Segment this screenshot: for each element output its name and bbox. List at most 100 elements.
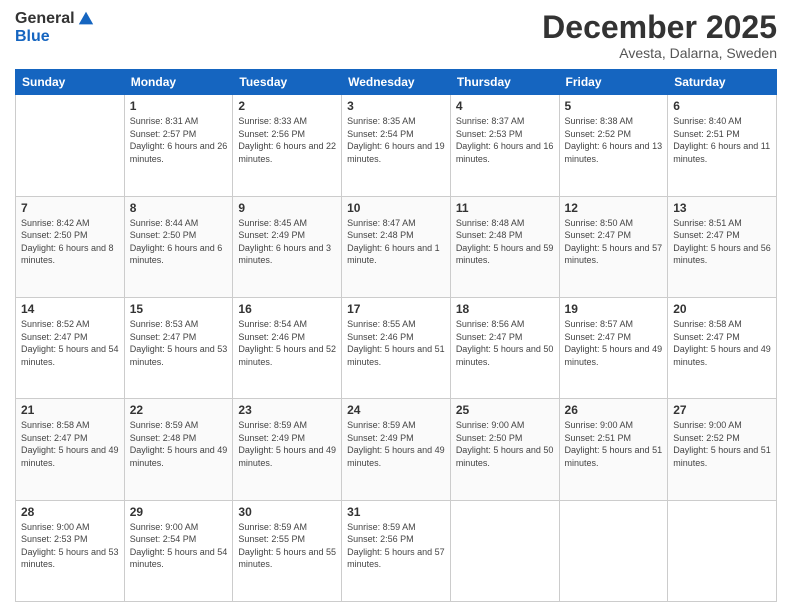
weekday-header-thursday: Thursday xyxy=(450,70,559,95)
calendar-cell: 5 Sunrise: 8:38 AMSunset: 2:52 PMDaylight… xyxy=(559,95,668,196)
day-number: 4 xyxy=(456,99,554,113)
day-info: Sunrise: 8:52 AMSunset: 2:47 PMDaylight:… xyxy=(21,318,119,368)
month-title: December 2025 xyxy=(542,10,777,45)
calendar-cell xyxy=(668,500,777,601)
day-info: Sunrise: 8:51 AMSunset: 2:47 PMDaylight:… xyxy=(673,217,771,267)
day-info: Sunrise: 9:00 AMSunset: 2:51 PMDaylight:… xyxy=(565,419,663,469)
day-number: 5 xyxy=(565,99,663,113)
calendar-cell: 1 Sunrise: 8:31 AMSunset: 2:57 PMDaylight… xyxy=(124,95,233,196)
calendar-cell: 23 Sunrise: 8:59 AMSunset: 2:49 PMDayligh… xyxy=(233,399,342,500)
calendar-cell: 25 Sunrise: 9:00 AMSunset: 2:50 PMDayligh… xyxy=(450,399,559,500)
day-info: Sunrise: 8:57 AMSunset: 2:47 PMDaylight:… xyxy=(565,318,663,368)
day-info: Sunrise: 8:37 AMSunset: 2:53 PMDaylight:… xyxy=(456,115,554,165)
day-number: 18 xyxy=(456,302,554,316)
calendar-cell: 26 Sunrise: 9:00 AMSunset: 2:51 PMDayligh… xyxy=(559,399,668,500)
day-info: Sunrise: 8:35 AMSunset: 2:54 PMDaylight:… xyxy=(347,115,445,165)
day-number: 29 xyxy=(130,505,228,519)
calendar-cell: 29 Sunrise: 9:00 AMSunset: 2:54 PMDayligh… xyxy=(124,500,233,601)
day-info: Sunrise: 8:54 AMSunset: 2:46 PMDaylight:… xyxy=(238,318,336,368)
day-number: 26 xyxy=(565,403,663,417)
day-info: Sunrise: 8:58 AMSunset: 2:47 PMDaylight:… xyxy=(21,419,119,469)
day-info: Sunrise: 8:59 AMSunset: 2:55 PMDaylight:… xyxy=(238,521,336,571)
day-info: Sunrise: 8:40 AMSunset: 2:51 PMDaylight:… xyxy=(673,115,771,165)
day-number: 11 xyxy=(456,201,554,215)
day-info: Sunrise: 8:50 AMSunset: 2:47 PMDaylight:… xyxy=(565,217,663,267)
day-info: Sunrise: 8:47 AMSunset: 2:48 PMDaylight:… xyxy=(347,217,445,267)
weekday-header-friday: Friday xyxy=(559,70,668,95)
day-number: 28 xyxy=(21,505,119,519)
day-number: 24 xyxy=(347,403,445,417)
day-info: Sunrise: 8:45 AMSunset: 2:49 PMDaylight:… xyxy=(238,217,336,267)
day-number: 23 xyxy=(238,403,336,417)
day-number: 12 xyxy=(565,201,663,215)
day-number: 6 xyxy=(673,99,771,113)
day-info: Sunrise: 8:58 AMSunset: 2:47 PMDaylight:… xyxy=(673,318,771,368)
calendar-cell: 3 Sunrise: 8:35 AMSunset: 2:54 PMDaylight… xyxy=(342,95,451,196)
calendar-cell: 12 Sunrise: 8:50 AMSunset: 2:47 PMDayligh… xyxy=(559,196,668,297)
day-number: 20 xyxy=(673,302,771,316)
calendar-cell: 15 Sunrise: 8:53 AMSunset: 2:47 PMDayligh… xyxy=(124,297,233,398)
day-number: 10 xyxy=(347,201,445,215)
header: General Blue December 2025 Avesta, Dalar… xyxy=(15,10,777,61)
day-info: Sunrise: 8:59 AMSunset: 2:56 PMDaylight:… xyxy=(347,521,445,571)
day-info: Sunrise: 8:59 AMSunset: 2:49 PMDaylight:… xyxy=(347,419,445,469)
calendar-cell xyxy=(450,500,559,601)
weekday-header-sunday: Sunday xyxy=(16,70,125,95)
day-info: Sunrise: 8:44 AMSunset: 2:50 PMDaylight:… xyxy=(130,217,228,267)
day-number: 22 xyxy=(130,403,228,417)
day-number: 7 xyxy=(21,201,119,215)
calendar-cell: 24 Sunrise: 8:59 AMSunset: 2:49 PMDayligh… xyxy=(342,399,451,500)
calendar-cell: 13 Sunrise: 8:51 AMSunset: 2:47 PMDayligh… xyxy=(668,196,777,297)
day-number: 14 xyxy=(21,302,119,316)
logo-general: General xyxy=(15,10,75,28)
calendar-cell xyxy=(16,95,125,196)
calendar-cell: 14 Sunrise: 8:52 AMSunset: 2:47 PMDayligh… xyxy=(16,297,125,398)
day-info: Sunrise: 9:00 AMSunset: 2:52 PMDaylight:… xyxy=(673,419,771,469)
calendar-table: SundayMondayTuesdayWednesdayThursdayFrid… xyxy=(15,69,777,602)
day-number: 1 xyxy=(130,99,228,113)
calendar-cell: 19 Sunrise: 8:57 AMSunset: 2:47 PMDayligh… xyxy=(559,297,668,398)
calendar-cell: 21Sunrise: 8:58 AMSunset: 2:47 PMDayligh… xyxy=(16,399,125,500)
day-info: Sunrise: 8:53 AMSunset: 2:47 PMDaylight:… xyxy=(130,318,228,368)
calendar-cell: 20 Sunrise: 8:58 AMSunset: 2:47 PMDayligh… xyxy=(668,297,777,398)
day-number: 9 xyxy=(238,201,336,215)
calendar-cell: 16Sunrise: 8:54 AMSunset: 2:46 PMDayligh… xyxy=(233,297,342,398)
calendar-cell: 6 Sunrise: 8:40 AMSunset: 2:51 PMDaylight… xyxy=(668,95,777,196)
calendar-cell: 18Sunrise: 8:56 AMSunset: 2:47 PMDayligh… xyxy=(450,297,559,398)
day-number: 31 xyxy=(347,505,445,519)
calendar-cell: 9 Sunrise: 8:45 AMSunset: 2:49 PMDaylight… xyxy=(233,196,342,297)
day-number: 17 xyxy=(347,302,445,316)
calendar-cell: 27 Sunrise: 9:00 AMSunset: 2:52 PMDayligh… xyxy=(668,399,777,500)
logo-icon xyxy=(77,10,95,28)
calendar-cell: 22Sunrise: 8:59 AMSunset: 2:48 PMDayligh… xyxy=(124,399,233,500)
calendar-cell: 11 Sunrise: 8:48 AMSunset: 2:48 PMDayligh… xyxy=(450,196,559,297)
calendar-cell: 7 Sunrise: 8:42 AMSunset: 2:50 PMDaylight… xyxy=(16,196,125,297)
day-info: Sunrise: 8:48 AMSunset: 2:48 PMDaylight:… xyxy=(456,217,554,267)
day-info: Sunrise: 8:42 AMSunset: 2:50 PMDaylight:… xyxy=(21,217,119,267)
logo-blue: Blue xyxy=(15,28,50,45)
day-number: 15 xyxy=(130,302,228,316)
day-info: Sunrise: 8:31 AMSunset: 2:57 PMDaylight:… xyxy=(130,115,228,165)
day-number: 13 xyxy=(673,201,771,215)
calendar-cell: 8Sunrise: 8:44 AMSunset: 2:50 PMDaylight… xyxy=(124,196,233,297)
calendar-cell: 17 Sunrise: 8:55 AMSunset: 2:46 PMDayligh… xyxy=(342,297,451,398)
day-info: Sunrise: 8:38 AMSunset: 2:52 PMDaylight:… xyxy=(565,115,663,165)
day-info: Sunrise: 9:00 AMSunset: 2:50 PMDaylight:… xyxy=(456,419,554,469)
day-info: Sunrise: 9:00 AMSunset: 2:53 PMDaylight:… xyxy=(21,521,119,571)
day-number: 19 xyxy=(565,302,663,316)
weekday-header-wednesday: Wednesday xyxy=(342,70,451,95)
day-number: 2 xyxy=(238,99,336,113)
weekday-header-monday: Monday xyxy=(124,70,233,95)
day-info: Sunrise: 9:00 AMSunset: 2:54 PMDaylight:… xyxy=(130,521,228,571)
day-number: 30 xyxy=(238,505,336,519)
logo: General Blue xyxy=(15,10,95,46)
day-number: 25 xyxy=(456,403,554,417)
day-info: Sunrise: 8:55 AMSunset: 2:46 PMDaylight:… xyxy=(347,318,445,368)
day-number: 27 xyxy=(673,403,771,417)
day-info: Sunrise: 8:59 AMSunset: 2:49 PMDaylight:… xyxy=(238,419,336,469)
calendar-cell: 4 Sunrise: 8:37 AMSunset: 2:53 PMDaylight… xyxy=(450,95,559,196)
calendar-cell: 2Sunrise: 8:33 AMSunset: 2:56 PMDaylight… xyxy=(233,95,342,196)
page: General Blue December 2025 Avesta, Dalar… xyxy=(0,0,792,612)
title-area: December 2025 Avesta, Dalarna, Sweden xyxy=(542,10,777,61)
day-number: 3 xyxy=(347,99,445,113)
